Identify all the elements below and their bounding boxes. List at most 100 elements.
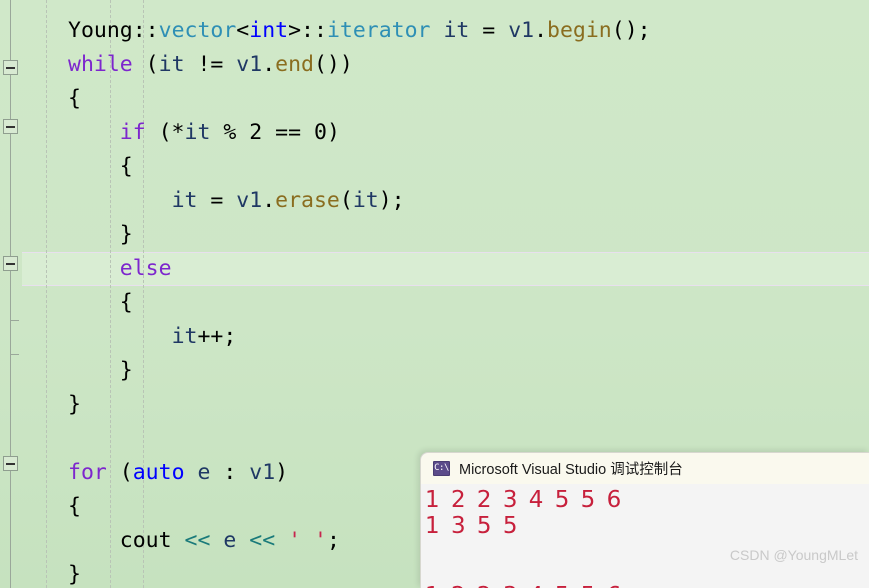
- code-token-plain: (: [339, 188, 353, 213]
- code-token-var: v1: [236, 52, 263, 77]
- code-line[interactable]: {: [0, 150, 869, 184]
- code-token-num: 2: [249, 120, 263, 145]
- code-token-plain: ==: [262, 120, 314, 145]
- code-token-plain: .: [262, 188, 276, 213]
- code-token-var: it: [158, 52, 185, 77]
- console-output[interactable]: 1 2 2 3 4 5 5 61 3 5 5 1 2 2 3 4 5 5 6 C…: [421, 484, 869, 588]
- code-token-plain: .: [534, 18, 548, 43]
- code-token-var: e: [223, 528, 237, 553]
- code-token-plain: <: [236, 18, 250, 43]
- code-token-op: <<: [249, 528, 276, 553]
- code-token-num: 0: [313, 120, 327, 145]
- code-token-plain: (: [106, 460, 133, 485]
- code-line[interactable]: {: [0, 82, 869, 116]
- code-token-plain: }: [119, 358, 133, 383]
- code-token-var: it: [352, 188, 379, 213]
- code-token-kw: else: [119, 256, 172, 281]
- code-token-plain: {: [68, 494, 81, 519]
- code-token-str: ' ': [288, 528, 327, 553]
- code-token-plain: cout: [119, 528, 172, 553]
- code-token-kw: for: [68, 460, 107, 485]
- code-token-fn: erase: [275, 188, 340, 213]
- code-token-plain: }: [68, 562, 81, 587]
- code-token-plain: }: [68, 392, 81, 417]
- code-token-plain: >: [288, 18, 302, 43]
- code-token-plain: Young: [68, 18, 133, 43]
- code-token-var: it: [171, 188, 198, 213]
- console-line-clipped: 1 2 2 3 4 5 5 6: [425, 583, 623, 588]
- code-line[interactable]: else: [0, 252, 869, 286]
- code-line[interactable]: }: [0, 354, 869, 388]
- code-token-plain: ++;: [197, 324, 237, 349]
- code-token-plain: );: [378, 188, 405, 213]
- code-token-kw: if: [119, 120, 146, 145]
- code-token-type: int: [249, 18, 289, 43]
- code-token-plain: {: [119, 290, 133, 315]
- code-token-var: e: [197, 460, 211, 485]
- code-line[interactable]: [0, 422, 869, 456]
- code-token-var: it: [443, 18, 470, 43]
- code-token-var: it: [184, 120, 211, 145]
- code-token-plain: ()): [313, 52, 353, 77]
- code-token-plain: }: [119, 222, 133, 247]
- code-token-plain: %: [210, 120, 250, 145]
- code-token-plain: .: [262, 52, 276, 77]
- code-line[interactable]: Young::vector<int>::iterator it = v1.beg…: [0, 14, 869, 48]
- code-token-plain: ;: [326, 528, 340, 553]
- code-token-var: it: [171, 324, 198, 349]
- code-token-plain: (: [132, 52, 159, 77]
- console-output-line: 1 2 2 3 4 5 5 6: [425, 487, 624, 513]
- code-token-class: vector: [158, 18, 237, 43]
- code-token-plain: ::: [132, 18, 159, 43]
- code-token-plain: ): [275, 460, 289, 485]
- console-titlebar[interactable]: C:\ Microsoft Visual Studio 调试控制台: [421, 453, 869, 484]
- code-token-plain: =: [197, 188, 237, 213]
- console-cmd-icon: C:\: [433, 461, 450, 476]
- code-token-type: auto: [132, 460, 185, 485]
- code-line[interactable]: }: [0, 218, 869, 252]
- code-token-plain: ();: [611, 18, 651, 43]
- code-token-plain: =: [469, 18, 509, 43]
- code-line[interactable]: while (it != v1.end()): [0, 48, 869, 82]
- code-token-plain: ): [326, 120, 340, 145]
- code-token-fn: begin: [547, 18, 612, 43]
- code-token-plain: :: [210, 460, 250, 485]
- code-token-plain: {: [68, 86, 81, 111]
- code-line[interactable]: it = v1.erase(it);: [0, 184, 869, 218]
- console-title: Microsoft Visual Studio 调试控制台: [459, 462, 683, 478]
- code-line[interactable]: it++;: [0, 320, 869, 354]
- code-token-plain: !=: [184, 52, 237, 77]
- console-window[interactable]: C:\ Microsoft Visual Studio 调试控制台 1 2 2 …: [420, 452, 869, 588]
- console-output-line: 1 3 5 5: [425, 513, 520, 539]
- code-token-plain: (*: [145, 120, 185, 145]
- code-token-plain: ::: [301, 18, 327, 43]
- code-token-fn: end: [275, 52, 314, 77]
- code-line[interactable]: }: [0, 388, 869, 422]
- code-token-var: v1: [508, 18, 535, 43]
- code-line[interactable]: if (*it % 2 == 0): [0, 116, 869, 150]
- code-token-op: <<: [184, 528, 211, 553]
- csdn-watermark: CSDN @YoungMLet: [729, 547, 858, 563]
- code-token-plain: {: [119, 154, 133, 179]
- screenshot-root: Young::vector<int>::iterator it = v1.beg…: [0, 0, 869, 588]
- code-token-class: iterator: [326, 18, 431, 43]
- code-token-var: v1: [236, 188, 263, 213]
- code-line[interactable]: {: [0, 286, 869, 320]
- code-token-var: v1: [249, 460, 276, 485]
- code-token-kw: while: [68, 52, 133, 77]
